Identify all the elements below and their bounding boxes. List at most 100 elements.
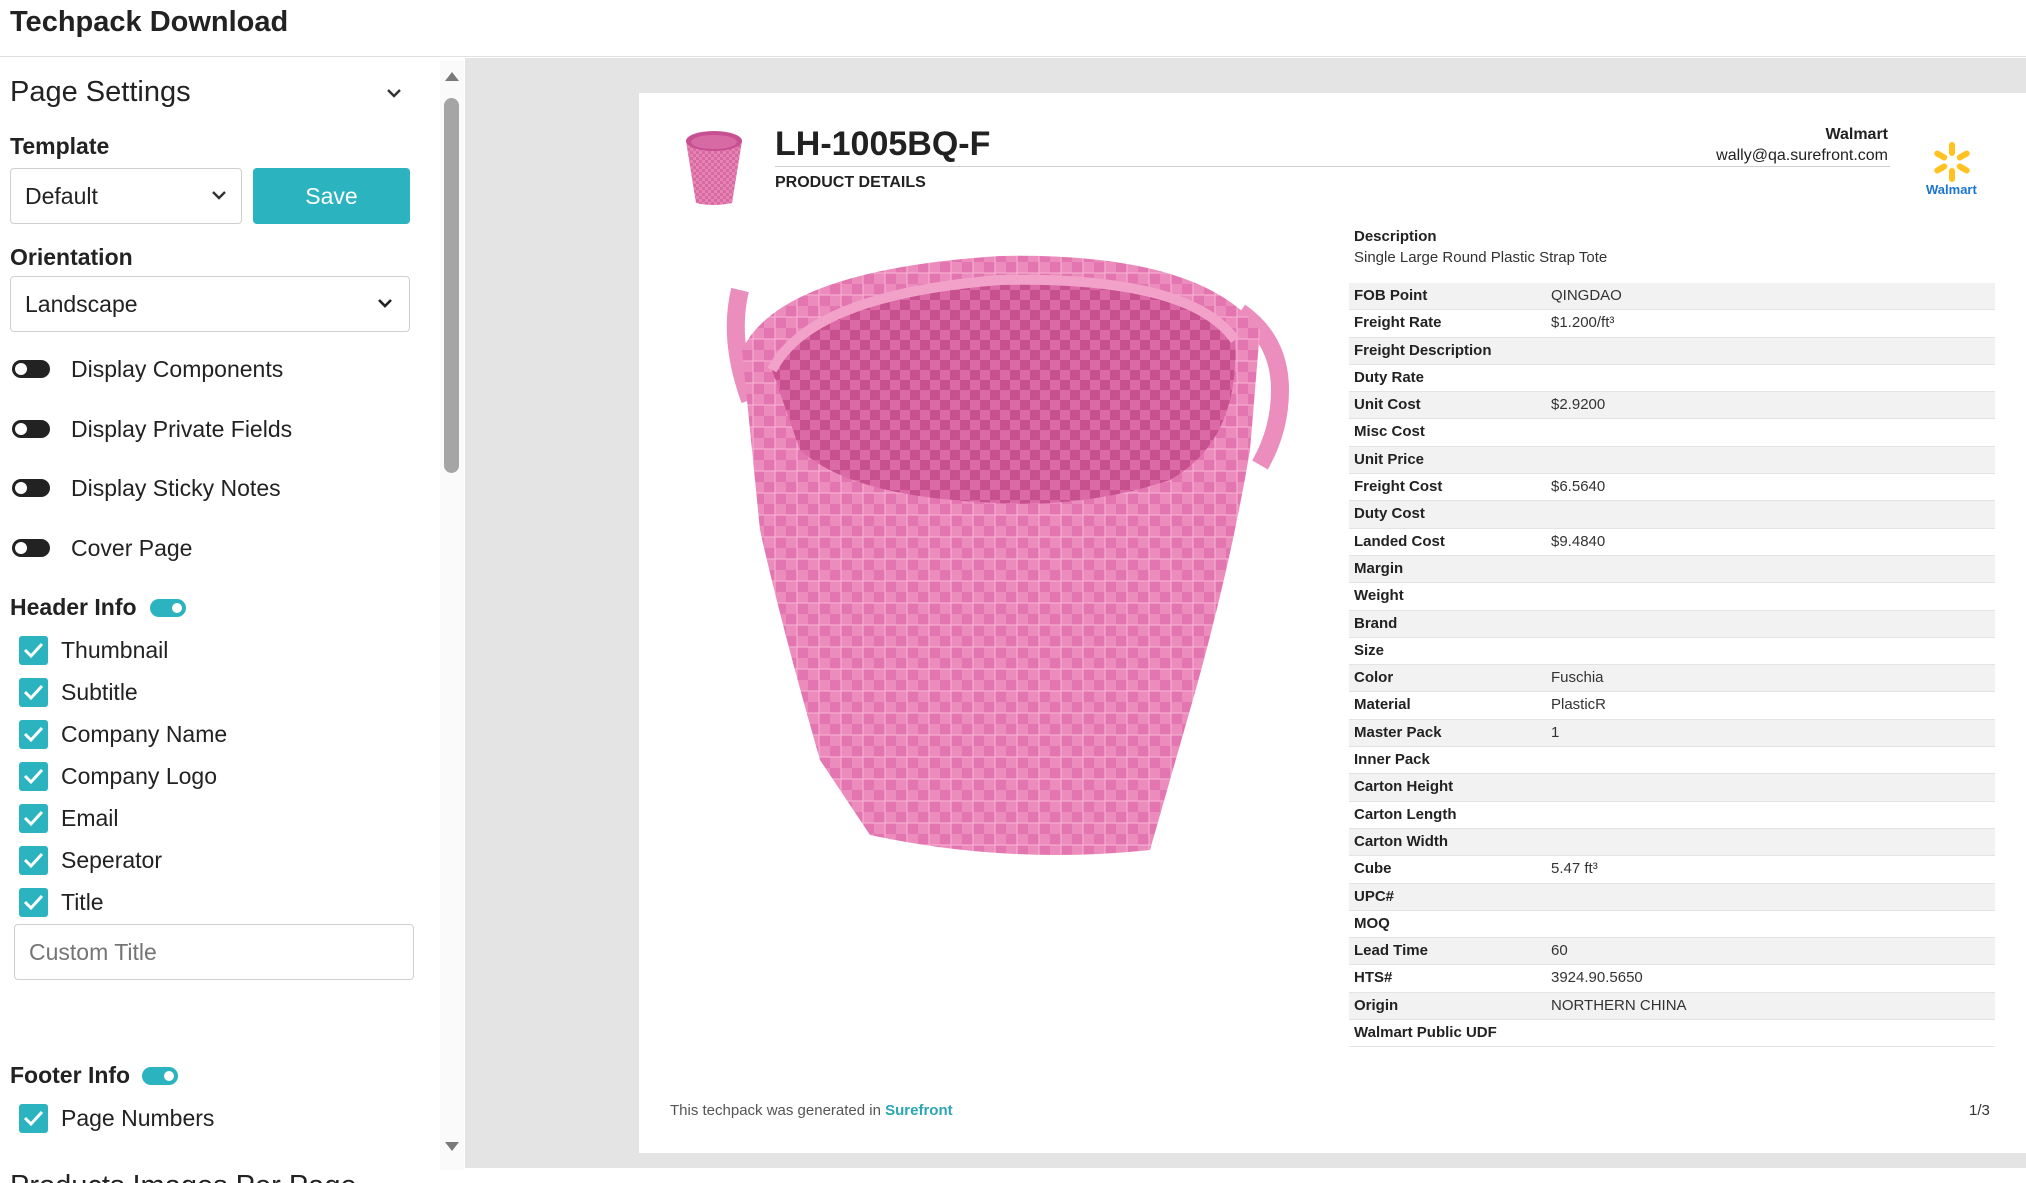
attribute-value: $9.4840 xyxy=(1551,532,1606,550)
template-label: Template xyxy=(10,133,110,159)
chevron-down-icon[interactable] xyxy=(384,1178,404,1183)
attribute-key: Duty Rate xyxy=(1354,368,1425,386)
company-name: Walmart xyxy=(1825,126,1888,143)
attribute-key: Misc Cost xyxy=(1354,423,1425,441)
checkbox-checked-icon[interactable] xyxy=(19,720,48,749)
attribute-key: Duty Cost xyxy=(1354,505,1425,523)
attribute-key: Material xyxy=(1354,696,1411,714)
attribute-key: Color xyxy=(1354,669,1394,687)
header-info-heading: Header Info xyxy=(10,594,137,620)
products-images-heading[interactable]: Products Images Per Page xyxy=(10,1170,357,1183)
table-row: Material PlasticR xyxy=(1349,692,1995,720)
table-row: Origin NORTHERN CHINA xyxy=(1349,992,1995,1021)
table-row: MOQ xyxy=(1349,911,1995,939)
attribute-key: Brand xyxy=(1354,614,1398,632)
table-row: Misc Cost xyxy=(1349,419,1995,447)
table-row: Carton Length xyxy=(1349,802,1995,829)
toggle-switch[interactable] xyxy=(12,360,50,378)
company-email: wally@qa.surefront.com xyxy=(1716,147,1888,164)
chevron-down-icon xyxy=(212,191,226,200)
attribute-value: 5.47 ft³ xyxy=(1551,860,1598,878)
walmart-logo-text: Walmart xyxy=(1926,182,1977,197)
checkbox-label: Page Numbers xyxy=(61,1105,215,1131)
table-row: Brand xyxy=(1349,610,1995,638)
scroll-down-arrow-icon[interactable] xyxy=(443,1140,461,1154)
orientation-select-value: Landscape xyxy=(25,291,138,317)
toggle-switch[interactable] xyxy=(12,539,50,557)
template-select-value: Default xyxy=(25,183,98,209)
attribute-key: Origin xyxy=(1354,996,1399,1014)
checkbox-checked-icon[interactable] xyxy=(19,1104,48,1133)
attributes-table: FOB Point QINGDAO Freight Rate $1.200/ft³ Fr… xyxy=(1349,283,1995,1048)
attribute-value: 1 xyxy=(1551,723,1560,741)
table-row: Inner Pack xyxy=(1349,747,1995,775)
product-subtitle: PRODUCT DETAILS xyxy=(775,174,926,191)
attribute-value: 60 xyxy=(1551,942,1568,960)
table-row: Landed Cost $9.4840 xyxy=(1349,529,1995,556)
scroll-up-arrow-icon[interactable] xyxy=(443,69,461,83)
toggle-switch[interactable] xyxy=(12,479,50,497)
attribute-key: Landed Cost xyxy=(1354,532,1445,550)
chevron-down-icon[interactable] xyxy=(384,83,404,103)
table-row: Margin xyxy=(1349,555,1995,584)
attribute-key: Carton Height xyxy=(1354,778,1454,796)
attribute-key: Freight Cost xyxy=(1354,478,1443,496)
attribute-key: Carton Width xyxy=(1354,832,1449,850)
attribute-value: 3924.90.5650 xyxy=(1551,969,1643,987)
table-row: Color Fuschia xyxy=(1349,665,1995,693)
top-bar: Techpack Download xyxy=(0,0,2026,57)
attribute-key: Freight Rate xyxy=(1354,314,1442,332)
attribute-value: Fuschia xyxy=(1551,669,1604,687)
description-label: Description xyxy=(1354,228,1437,245)
checkbox-checked-icon[interactable] xyxy=(19,888,48,917)
table-row: HTS# 3924.90.5650 xyxy=(1349,965,1995,993)
table-row: Unit Cost $2.9200 xyxy=(1349,392,1995,420)
checkbox-label: Seperator xyxy=(61,847,163,873)
page-settings-heading[interactable]: Page Settings xyxy=(10,76,191,109)
checkbox-checked-icon[interactable] xyxy=(19,678,48,707)
attribute-key: Freight Description xyxy=(1354,341,1492,359)
attribute-key: Carton Length xyxy=(1354,805,1457,823)
checkbox-label: Company Logo xyxy=(61,763,217,789)
table-row: Duty Cost xyxy=(1349,501,1995,529)
toggle-label: Display Sticky Notes xyxy=(71,475,281,501)
attribute-key: Margin xyxy=(1354,559,1404,577)
checkbox-label: Title xyxy=(61,889,104,915)
checkbox-checked-icon[interactable] xyxy=(19,846,48,875)
scrollbar-thumb[interactable] xyxy=(444,98,459,473)
attribute-key: HTS# xyxy=(1354,969,1393,987)
toggle-switch[interactable] xyxy=(12,420,50,438)
footer-info-toggle[interactable] xyxy=(142,1067,178,1085)
checkbox-checked-icon[interactable] xyxy=(19,636,48,665)
toggle-label: Display Components xyxy=(71,356,284,382)
footer-info-heading: Footer Info xyxy=(10,1062,131,1088)
attribute-key: FOB Point xyxy=(1354,287,1428,304)
table-row: Size xyxy=(1349,638,1995,666)
checkbox-checked-icon[interactable] xyxy=(19,804,48,833)
header-info-toggle[interactable] xyxy=(150,599,186,617)
table-row: FOB Point QINGDAO xyxy=(1349,283,1995,311)
chevron-down-icon xyxy=(378,299,392,308)
sidebar: Page Settings Template Default Save Orie… xyxy=(0,58,465,1183)
product-title: LH-1005BQ-F xyxy=(775,125,991,163)
surefront-link[interactable]: Surefront xyxy=(885,1102,953,1119)
table-row: Freight Description xyxy=(1349,337,1995,365)
checkbox-checked-icon[interactable] xyxy=(19,762,48,791)
footer-note: This techpack was generated in Surefront xyxy=(670,1102,953,1119)
attribute-value: NORTHERN CHINA xyxy=(1551,996,1687,1014)
custom-title-input[interactable] xyxy=(14,924,414,980)
save-button[interactable]: Save xyxy=(253,168,410,224)
table-row: Master Pack 1 xyxy=(1349,719,1995,748)
table-row: Unit Price xyxy=(1349,446,1995,475)
footer-text: This techpack was generated in xyxy=(670,1102,881,1119)
attribute-key: Cube xyxy=(1354,860,1392,878)
header-separator xyxy=(775,166,1890,167)
attribute-key: Unit Cost xyxy=(1354,396,1421,414)
table-row: Carton Width xyxy=(1349,828,1995,857)
table-row: Weight xyxy=(1349,583,1995,611)
template-select[interactable]: Default xyxy=(10,168,242,224)
checkbox-label: Subtitle xyxy=(61,679,138,705)
orientation-select[interactable]: Landscape xyxy=(10,276,410,332)
checkbox-label: Email xyxy=(61,805,119,831)
checkbox-label: Company Name xyxy=(61,721,228,747)
